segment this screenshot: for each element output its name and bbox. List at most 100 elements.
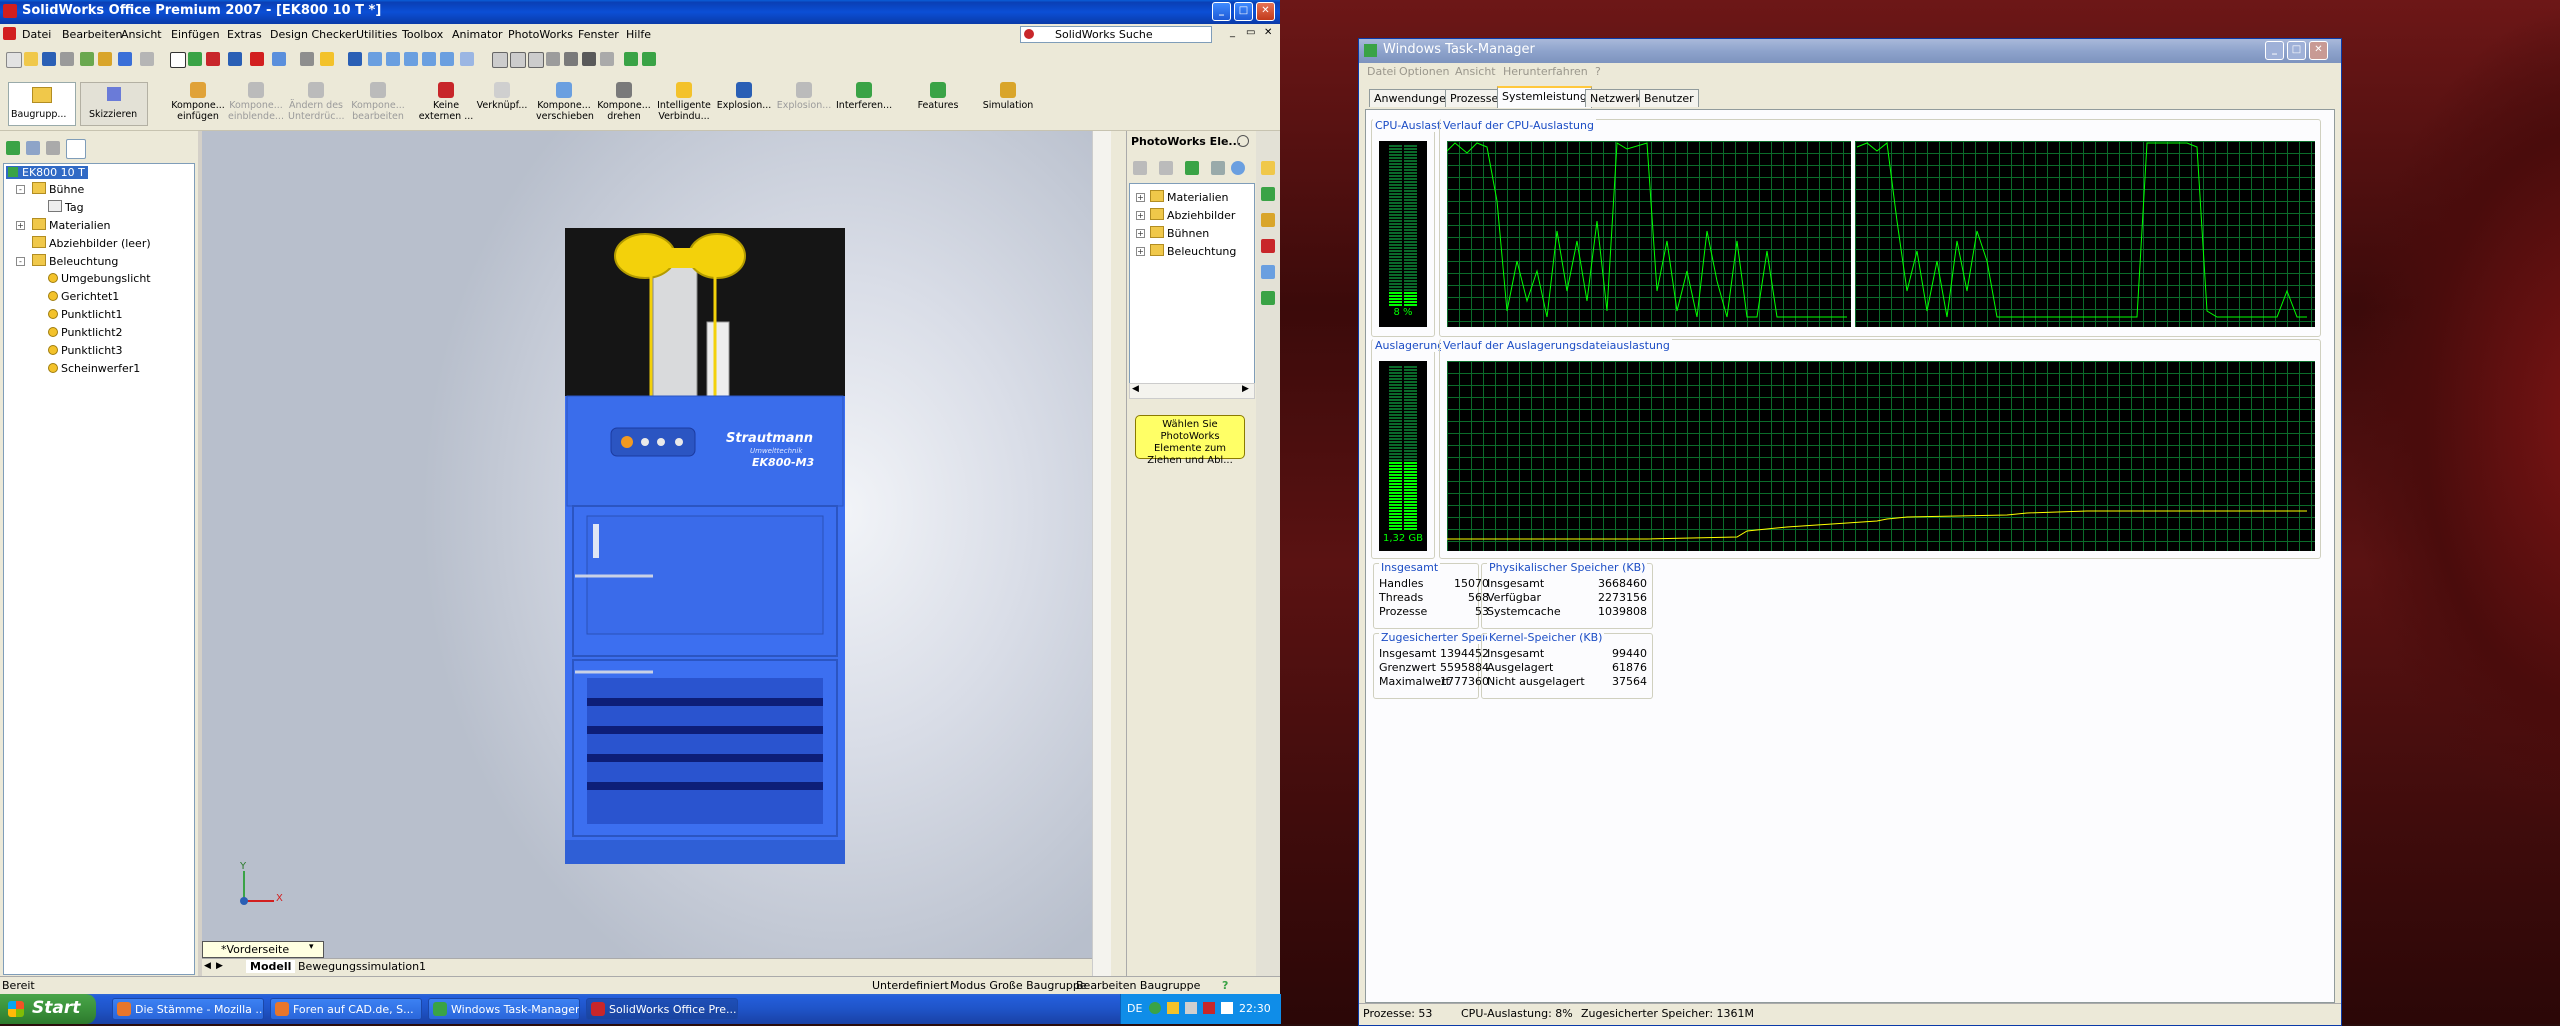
tree-item[interactable]: Tag	[48, 200, 84, 214]
rotate-icon[interactable]	[422, 52, 436, 66]
tm-menu-herunterfahren[interactable]: Herunterfahren	[1503, 65, 1588, 78]
assembly-icon[interactable]	[80, 52, 94, 66]
command-button-2[interactable]: Ändern des Unterdrüc...	[288, 80, 345, 122]
open-icon[interactable]	[24, 52, 38, 66]
taskbar-button-0[interactable]: Die Stämme - Mozilla ...	[112, 998, 264, 1020]
mdi-minimize-icon[interactable]: _	[1230, 27, 1235, 38]
tree-item[interactable]: Punktlicht1	[48, 308, 123, 321]
command-button-12[interactable]: Features	[910, 80, 966, 111]
hide-show-icon[interactable]	[228, 52, 242, 66]
tab-skizzieren[interactable]: Skizzieren	[80, 82, 148, 126]
component-icon[interactable]	[250, 52, 264, 66]
pw-decal-icon[interactable]	[1159, 161, 1173, 175]
pw-item[interactable]: Materialien	[1150, 190, 1228, 204]
tree-item[interactable]: Bühne	[32, 182, 84, 196]
menu-hilfe[interactable]: Hilfe	[626, 28, 651, 41]
tm-maximize-button[interactable]: □	[2287, 41, 2306, 60]
tm-menu-help[interactable]: ?	[1595, 65, 1601, 78]
command-button-4[interactable]: Keine externen ...	[418, 80, 474, 122]
mdi-restore-icon[interactable]: ▭	[1246, 27, 1255, 38]
tab-modell[interactable]: Modell	[246, 960, 296, 973]
command-button-8[interactable]: Intelligente Verbindu...	[656, 80, 712, 122]
shadow-icon[interactable]	[582, 52, 596, 66]
pin-icon[interactable]	[1237, 135, 1249, 147]
tm-menu-ansicht[interactable]: Ansicht	[1455, 65, 1496, 78]
menu-einfuegen[interactable]: Einfügen	[171, 28, 220, 41]
tray-icon-1[interactable]	[1149, 1002, 1161, 1014]
language-indicator[interactable]: DE	[1127, 1002, 1142, 1015]
graphics-area[interactable]: Strautmann Umwelttechnik EK800-M3 Y X *V…	[202, 131, 1111, 977]
section-icon[interactable]	[460, 52, 474, 66]
solidworks-titlebar[interactable]: SolidWorks Office Premium 2007 - [EK800 …	[0, 0, 1280, 24]
tm-menu-optionen[interactable]: Optionen	[1399, 65, 1449, 78]
options-icon[interactable]	[188, 52, 202, 66]
tray-icon-2[interactable]	[1167, 1002, 1179, 1014]
menu-toolbox[interactable]: Toolbox	[402, 28, 443, 41]
tree-item[interactable]: Abziehbilder (leer)	[32, 236, 151, 250]
command-button-6[interactable]: Kompone... verschieben	[536, 80, 594, 122]
start-button[interactable]: Start	[0, 994, 96, 1024]
config-tab-icon[interactable]	[46, 141, 60, 155]
tree-item[interactable]: Beleuchtung	[32, 254, 118, 268]
taskbar-button-2[interactable]: Windows Task-Manager	[428, 998, 580, 1020]
zoom-icon[interactable]	[404, 52, 418, 66]
command-button-9[interactable]: Explosion...	[716, 80, 772, 111]
command-button-1[interactable]: Kompone... einblende...	[228, 80, 284, 122]
command-button-13[interactable]: Simulation	[980, 80, 1036, 111]
tree-item[interactable]: Punktlicht2	[48, 326, 123, 339]
view-palette-icon[interactable]	[1261, 239, 1275, 253]
scroll-left-icon[interactable]: ◀	[1132, 384, 1139, 394]
pw-lighting-icon[interactable]	[1211, 161, 1225, 175]
vertical-scrollbar[interactable]	[1092, 131, 1111, 976]
feature-tree-tab-icon[interactable]	[6, 141, 20, 155]
tab-scroll-right-icon[interactable]: ▶	[216, 961, 223, 971]
tm-menu-datei[interactable]: Datei	[1367, 65, 1396, 78]
wireframe-icon[interactable]	[492, 52, 508, 68]
photoworks-task-icon[interactable]	[1261, 291, 1275, 305]
undo-icon[interactable]	[118, 52, 132, 66]
tree-item[interactable]: Punktlicht3	[48, 344, 123, 357]
design-library-icon[interactable]	[1261, 187, 1275, 201]
tree-item[interactable]: Umgebungslicht	[48, 272, 151, 285]
tab-baugruppe[interactable]: Baugrupp...	[8, 82, 76, 126]
pw-search-icon[interactable]	[1231, 161, 1245, 175]
tm-tab-1[interactable]: Prozesse	[1445, 89, 1504, 107]
photoworks-options-icon[interactable]	[642, 52, 656, 66]
close-button[interactable]: ✕	[1256, 2, 1275, 21]
command-button-11[interactable]: Interferen...	[836, 80, 892, 111]
tm-tab-4[interactable]: Benutzer	[1639, 89, 1699, 107]
pw-item[interactable]: Beleuchtung	[1150, 244, 1236, 258]
home-icon[interactable]	[1261, 161, 1275, 175]
command-button-7[interactable]: Kompone... drehen	[596, 80, 652, 122]
property-tab-icon[interactable]	[26, 141, 40, 155]
tm-close-button[interactable]: ✕	[2309, 41, 2328, 60]
help-icon[interactable]	[320, 52, 334, 66]
rebuild-icon[interactable]	[98, 52, 112, 66]
pw-item[interactable]: Bühnen	[1150, 226, 1209, 240]
photoworks-tab-icon[interactable]	[66, 139, 86, 159]
command-button-10[interactable]: Explosion...	[776, 80, 832, 111]
tray-icon-4[interactable]	[1203, 1002, 1215, 1014]
taskbar-button-3[interactable]: SolidWorks Office Pre...	[586, 998, 738, 1020]
traffic-light-icon[interactable]	[206, 52, 220, 66]
tab-bewegungssimulation[interactable]: Bewegungssimulation1	[298, 960, 426, 973]
select-icon[interactable]	[170, 52, 186, 68]
tm-tab-2[interactable]: Systemleistung	[1497, 86, 1592, 108]
shaded-icon[interactable]	[564, 52, 578, 66]
expand-icon[interactable]: +	[1136, 193, 1145, 202]
tm-minimize-button[interactable]: _	[2265, 41, 2284, 60]
command-button-5[interactable]: Verknüpf...	[474, 80, 530, 111]
pan-icon[interactable]	[440, 52, 454, 66]
command-button-0[interactable]: Kompone... einfügen	[170, 80, 226, 122]
shaded-edges-icon[interactable]	[546, 52, 560, 66]
file-explorer-icon[interactable]	[1261, 213, 1275, 227]
tree-root[interactable]: EK800 10 T	[6, 166, 88, 179]
pw-scene-icon[interactable]	[1185, 161, 1199, 175]
realview-icon[interactable]	[600, 52, 614, 66]
minimize-button[interactable]: _	[1212, 2, 1231, 21]
command-button-3[interactable]: Kompone... bearbeiten	[350, 80, 406, 122]
appearance-tab-icon[interactable]	[1261, 265, 1275, 279]
hidden-lines-icon[interactable]	[510, 52, 526, 68]
scroll-right-icon[interactable]: ▶	[1242, 384, 1249, 394]
print-icon[interactable]	[60, 52, 74, 66]
